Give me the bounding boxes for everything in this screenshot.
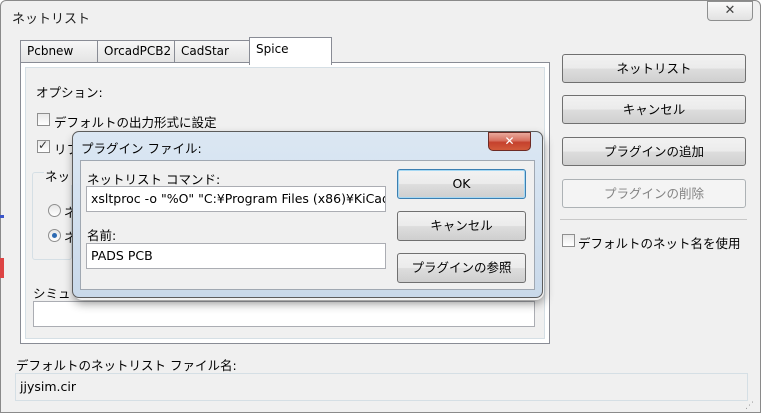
use-default-netname-label: デフォルトのネット名を使用 [578, 236, 741, 251]
cancel-button[interactable]: キャンセル [562, 95, 746, 124]
name-input[interactable]: PADS PCB [86, 243, 386, 269]
tab-cadstar[interactable]: CadStar [174, 40, 250, 63]
browse-plugin-button[interactable]: プラグインの参照 [397, 253, 526, 283]
remove-plugin-button[interactable]: プラグインの削除 [562, 179, 746, 208]
prefix-references-checkbox[interactable] [37, 138, 50, 153]
command-input[interactable]: xsltproc -o "%O" "C:¥Program Files (x86)… [86, 186, 386, 212]
close-icon: ✕ [724, 3, 736, 18]
simulator-command-label: シミュ [33, 286, 71, 301]
resize-grip-icon[interactable]: ⋰ [745, 400, 757, 412]
window-close-button[interactable]: ✕ [707, 1, 753, 21]
netlist-button[interactable]: ネットリスト [562, 54, 746, 83]
add-plugin-button[interactable]: プラグインの追加 [562, 137, 746, 166]
ok-button[interactable]: OK [397, 169, 526, 199]
netname-radio-2[interactable] [48, 229, 61, 242]
default-format-label: デフォルトの出力形式に設定 [54, 115, 217, 130]
default-format-checkbox[interactable] [37, 113, 50, 126]
simulator-command-input[interactable] [33, 301, 535, 327]
tab-orcadpcb2[interactable]: OrcadPCB2 [97, 40, 175, 63]
plugin-dialog-title: プラグイン ファイル: [81, 141, 202, 156]
background-mark [0, 258, 4, 278]
separator [560, 219, 747, 220]
dialog-close-button[interactable] [488, 132, 531, 151]
name-label: 名前: [87, 228, 117, 243]
dialog-cancel-button[interactable]: キャンセル [397, 211, 526, 241]
window-title: ネットリスト [12, 12, 91, 27]
background-mark [0, 215, 4, 218]
default-filename-field[interactable]: jjysim.cir [15, 373, 748, 401]
tab-pcbnew[interactable]: Pcbnew [20, 40, 98, 63]
use-default-netname-checkbox[interactable] [562, 234, 575, 247]
tab-spice[interactable]: Spice [249, 37, 332, 65]
options-label: オプション: [36, 85, 103, 100]
default-filename-label: デフォルトのネットリスト ファイル名: [16, 358, 237, 373]
netname-radio-1[interactable] [48, 204, 61, 217]
